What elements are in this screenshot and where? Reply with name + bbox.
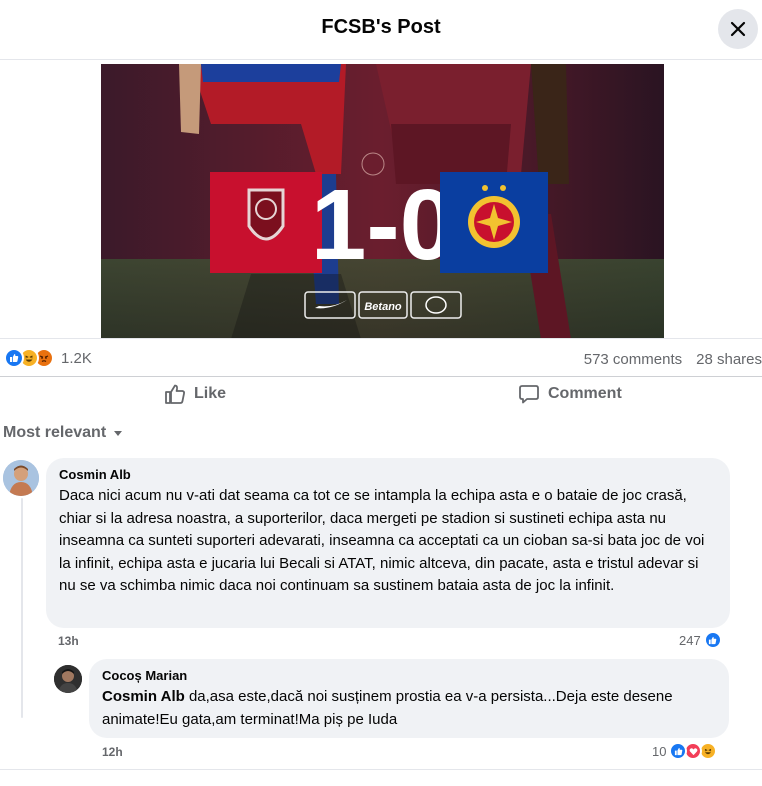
post-stats: 573 comments 28 shares bbox=[584, 351, 762, 368]
close-button[interactable] bbox=[718, 9, 758, 49]
comment-icon bbox=[519, 385, 539, 404]
reply-timestamp[interactable]: 12h bbox=[102, 745, 123, 759]
mention-link[interactable]: Cosmin Alb bbox=[102, 688, 185, 705]
reaction-count[interactable]: 1.2K bbox=[61, 350, 92, 367]
comment-button[interactable]: Comment bbox=[518, 383, 622, 405]
close-icon bbox=[730, 21, 746, 37]
like-button[interactable]: Like bbox=[164, 383, 226, 405]
score-text: 1-0 bbox=[311, 169, 456, 281]
comment-bubble: Cosmin Alb Daca nici acum nu v-ati dat s… bbox=[46, 458, 730, 628]
thread-line bbox=[21, 498, 23, 718]
haha-icon bbox=[699, 742, 718, 760]
sort-label: Most relevant bbox=[3, 424, 107, 441]
comment-sort-dropdown[interactable]: Most relevant bbox=[3, 424, 124, 442]
like-icon bbox=[669, 742, 688, 760]
comment-timestamp[interactable]: 13h bbox=[58, 634, 79, 648]
dialog-title: FCSB's Post bbox=[321, 16, 441, 38]
match-result-graphic: 1-0 Betano bbox=[101, 64, 664, 339]
like-label: Like bbox=[194, 385, 227, 402]
reply-reaction-count: 10 bbox=[652, 743, 667, 759]
comment-reactions[interactable]: 247 bbox=[679, 631, 722, 649]
comments-count-link[interactable]: 573 comments bbox=[584, 351, 682, 368]
like-icon bbox=[4, 348, 24, 368]
comment-label: Comment bbox=[548, 385, 622, 402]
reply-reactions[interactable]: 10 bbox=[652, 742, 718, 760]
like-icon bbox=[703, 631, 722, 649]
action-bar: Like Comment bbox=[0, 376, 762, 414]
sponsor-betano: Betano bbox=[364, 301, 402, 313]
reply-body: da,asa este,dacă noi susținem prostia ea… bbox=[102, 688, 673, 728]
avatar[interactable] bbox=[54, 665, 82, 693]
comment-reaction-count: 247 bbox=[679, 632, 701, 648]
comment-text: Daca nici acum nu v-ati dat seama ca tot… bbox=[59, 487, 705, 594]
caret-down-icon bbox=[114, 431, 123, 436]
reply-bubble: Cocoș Marian Cosmin Alb da,asa este,dacă… bbox=[89, 659, 729, 738]
divider bbox=[0, 769, 762, 770]
heart-icon bbox=[684, 742, 703, 760]
avatar[interactable] bbox=[3, 460, 39, 496]
comment-author[interactable]: Cosmin Alb bbox=[59, 467, 717, 482]
image-divider bbox=[0, 338, 762, 339]
post-image[interactable]: 1-0 Betano bbox=[101, 64, 664, 339]
shares-count-link[interactable]: 28 shares bbox=[696, 351, 762, 368]
reply-author[interactable]: Cocoș Marian bbox=[102, 668, 716, 683]
post-dialog-header: FCSB's Post bbox=[0, 0, 762, 60]
reaction-summary[interactable]: 1.2K bbox=[4, 348, 92, 368]
reply-text: Cosmin Alb da,asa este,dacă noi susținem… bbox=[102, 686, 716, 731]
thumbs-up-icon bbox=[165, 384, 185, 404]
